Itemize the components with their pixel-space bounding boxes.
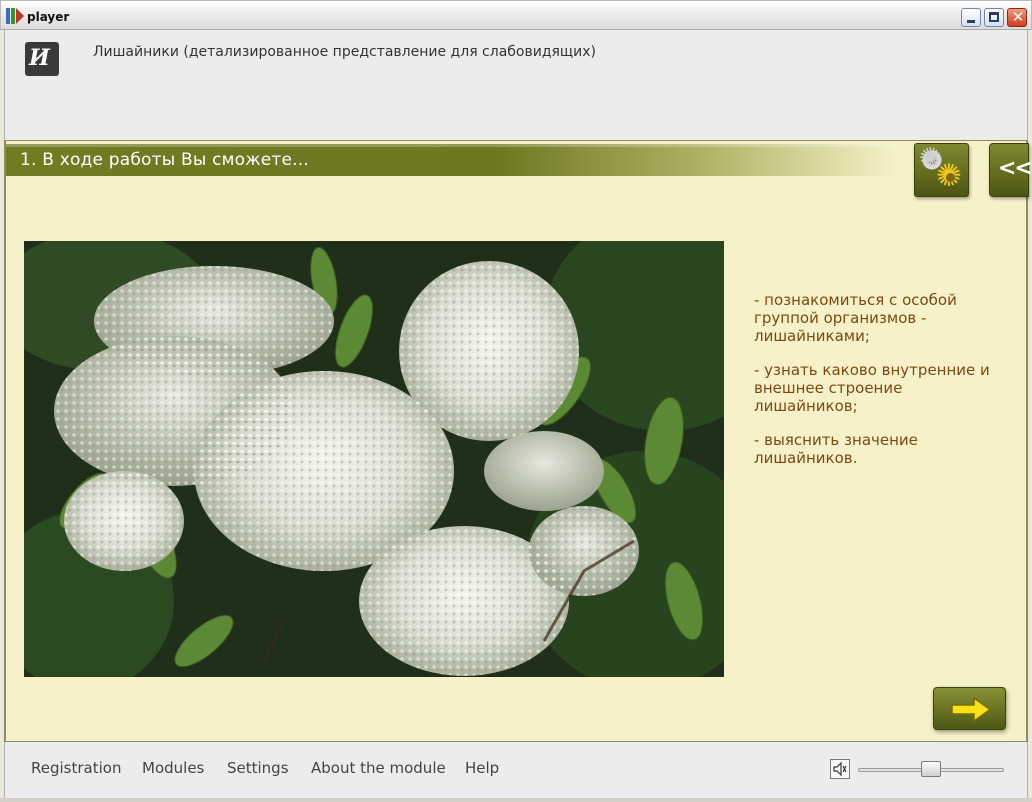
logo: И xyxy=(25,42,59,76)
objectives-list: - познакомиться с особой группой организ… xyxy=(754,291,994,483)
minimize-button[interactable] xyxy=(961,8,981,27)
close-icon: ✕ xyxy=(1011,8,1025,26)
window-title: player xyxy=(27,10,70,24)
menu-settings[interactable]: Settings xyxy=(227,759,289,777)
list-item: - узнать каково внутренние и внешнее стр… xyxy=(754,361,990,415)
speaker-mute-button[interactable] xyxy=(830,759,850,779)
menu-help[interactable]: Help xyxy=(465,759,499,777)
lichen-photo xyxy=(24,241,724,677)
bottom-menu-bar: Registration Modules Settings About the … xyxy=(4,742,1028,798)
menu-about-module[interactable]: About the module xyxy=(311,759,446,777)
arrow-right-icon xyxy=(951,696,992,723)
gear-icon-small xyxy=(936,158,963,194)
list-item: - познакомиться с особой группой организ… xyxy=(754,291,957,345)
settings-button[interactable] xyxy=(914,143,969,197)
next-button[interactable] xyxy=(933,687,1006,730)
window-title-bar[interactable]: player ✕ xyxy=(0,0,1032,30)
section-header: 1. В ходе работы Вы сможете... xyxy=(6,144,896,176)
maximize-icon xyxy=(989,12,999,22)
section-title: 1. В ходе работы Вы сможете... xyxy=(20,150,309,170)
close-button[interactable]: ✕ xyxy=(1007,8,1027,27)
menu-modules[interactable]: Modules xyxy=(142,759,204,777)
minimize-icon xyxy=(967,20,975,23)
page-title: Лишайники (детализированное представлени… xyxy=(93,44,596,60)
module-header: И Лишайники (детализированное представле… xyxy=(4,30,1028,140)
content-panel: 1. В ходе работы Вы сможете... << xyxy=(4,140,1032,742)
double-chevron-left-icon: << xyxy=(998,156,1032,181)
menu-registration[interactable]: Registration xyxy=(31,759,121,777)
app-icon xyxy=(6,8,24,24)
volume-slider-thumb[interactable] xyxy=(921,761,941,777)
window-bottom-border xyxy=(0,798,1032,802)
maximize-button[interactable] xyxy=(984,8,1004,27)
collapse-panel-button[interactable]: << xyxy=(989,143,1032,197)
lichen-photo-graphic xyxy=(24,241,724,677)
list-item: - выяснить значение лишайников. xyxy=(754,431,918,467)
logo-text: И xyxy=(29,45,50,71)
speaker-icon xyxy=(833,761,847,777)
